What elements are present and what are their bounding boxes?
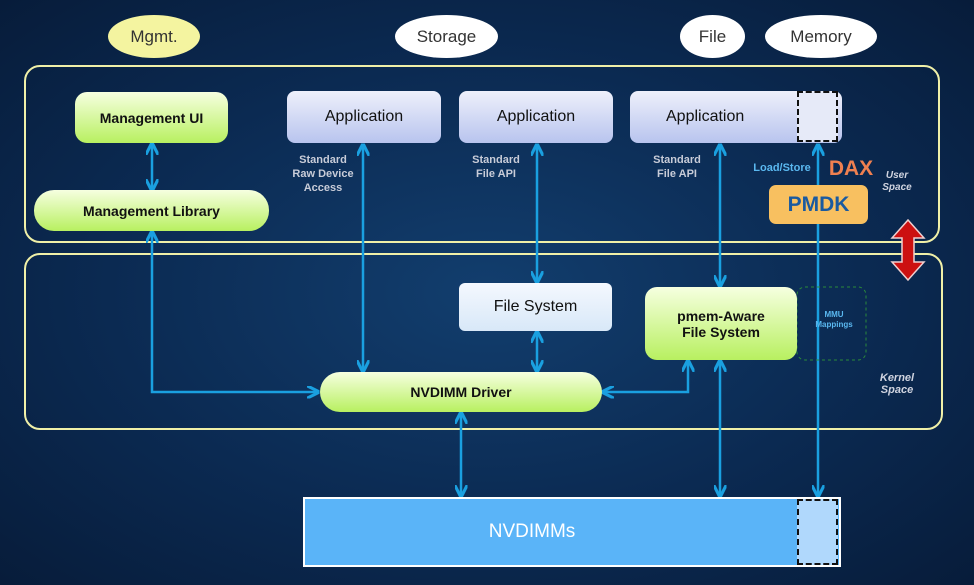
user-kernel-transition-arrow — [890, 218, 926, 282]
label-line: File System — [682, 323, 760, 340]
dax-label: DAX — [828, 157, 874, 180]
label-line: Standard — [299, 154, 347, 166]
file-api-label: Standard File API — [456, 153, 536, 181]
mmu-mappings-label: MMU Mappings — [812, 310, 856, 330]
arrow-driver-pmemfs — [604, 362, 688, 392]
label-line: File API — [657, 168, 697, 180]
management-ui-box: Management UI — [75, 92, 228, 143]
label-line: Raw Device — [292, 168, 354, 180]
nvdimms-label: NVDIMMs — [488, 521, 576, 542]
file-api-label-2: Standard File API — [637, 153, 717, 181]
application-box-file: Application — [459, 91, 613, 143]
pmem-aware-file-system-box: pmem-Aware File System — [645, 287, 797, 360]
label-line: File API — [476, 168, 516, 180]
pmdk-box: PMDK — [769, 185, 868, 224]
application-label: Application — [666, 108, 745, 125]
mapped-region-marker — [797, 499, 838, 565]
label-line: pmem-Aware — [677, 307, 765, 324]
label-line: MMU — [824, 310, 844, 319]
management-library-box: Management Library — [34, 190, 269, 231]
arrow-library-driver — [152, 233, 317, 392]
nvdimm-driver-box: NVDIMM Driver — [320, 372, 602, 412]
raw-device-access-label: Standard Raw Device Access — [283, 153, 363, 195]
file-system-box: File System — [459, 283, 612, 331]
application-box-memory: Application — [630, 91, 842, 143]
label-line: Standard — [653, 154, 701, 166]
label-line: Mappings — [815, 320, 853, 329]
mapped-region-marker — [797, 91, 838, 142]
label-line: Standard — [472, 154, 520, 166]
application-box-storage: Application — [287, 91, 441, 143]
load-store-label: Load/Store — [753, 162, 811, 174]
diagram: Mgmt. Storage File Memory User Space Kern… — [0, 0, 974, 585]
nvdimms-box: NVDIMMs — [303, 497, 841, 567]
label-line: Access — [303, 182, 343, 194]
